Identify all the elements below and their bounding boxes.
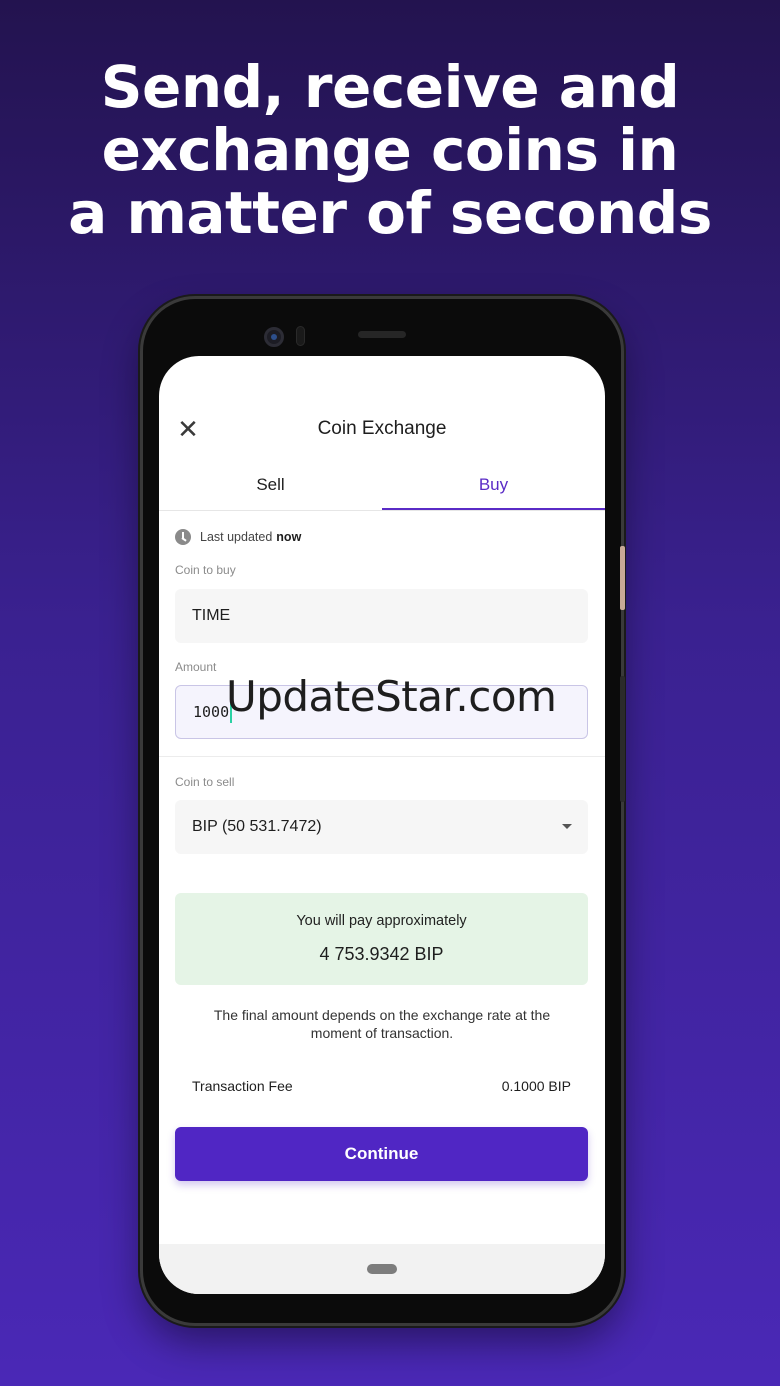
home-pill[interactable] — [367, 1264, 397, 1274]
tab-sell[interactable]: Sell — [159, 466, 382, 510]
continue-button[interactable]: Continue — [175, 1127, 588, 1181]
fee-label: Transaction Fee — [192, 1078, 293, 1094]
amount-label: Amount — [175, 660, 217, 674]
coin-to-buy-label: Coin to buy — [175, 563, 236, 577]
chevron-down-icon — [562, 824, 572, 829]
estimate-box: You will pay approximately 4 753.9342 BI… — [175, 893, 588, 985]
fee-value: 0.1000 BIP — [501, 1078, 571, 1094]
page-title: Coin Exchange — [317, 418, 447, 439]
earpiece-speaker — [358, 331, 406, 338]
clock-icon — [175, 529, 191, 545]
coin-to-buy-value: TIME — [192, 607, 231, 624]
power-button — [620, 546, 625, 610]
app-screen: ✕ Coin Exchange Sell Buy Last updated no… — [159, 356, 605, 1294]
amount-value: 1000 — [193, 703, 230, 721]
watermark: UpdateStar.com — [226, 672, 557, 721]
system-nav-bar — [159, 1244, 605, 1294]
coin-to-sell-value: BIP (50 531.7472) — [192, 818, 322, 835]
coin-to-sell-select[interactable]: BIP (50 531.7472) — [175, 800, 588, 854]
last-updated-value: now — [276, 530, 302, 544]
tabs-divider — [159, 510, 605, 511]
last-updated-label: Last updated — [200, 530, 273, 544]
headline: Send, receive and exchange coins in a ma… — [0, 56, 780, 245]
tab-bar: Sell Buy — [159, 466, 605, 512]
estimate-value: 4 753.9342 BIP — [319, 944, 444, 964]
rate-note: The final amount depends on the exchange… — [213, 1007, 551, 1041]
front-camera-icon — [264, 327, 284, 347]
estimate-label: You will pay approximately — [296, 913, 467, 929]
volume-button — [620, 676, 625, 802]
headline-line-2: exchange coins in — [101, 116, 679, 184]
headline-line-1: Send, receive and — [100, 53, 680, 121]
last-updated: Last updated now — [175, 528, 301, 546]
coin-to-buy-field[interactable]: TIME — [175, 589, 588, 643]
tab-buy[interactable]: Buy — [382, 466, 605, 510]
coin-to-sell-label: Coin to sell — [175, 775, 235, 789]
sensor — [296, 326, 305, 346]
headline-line-3: a matter of seconds — [68, 179, 712, 247]
section-divider — [159, 756, 605, 757]
